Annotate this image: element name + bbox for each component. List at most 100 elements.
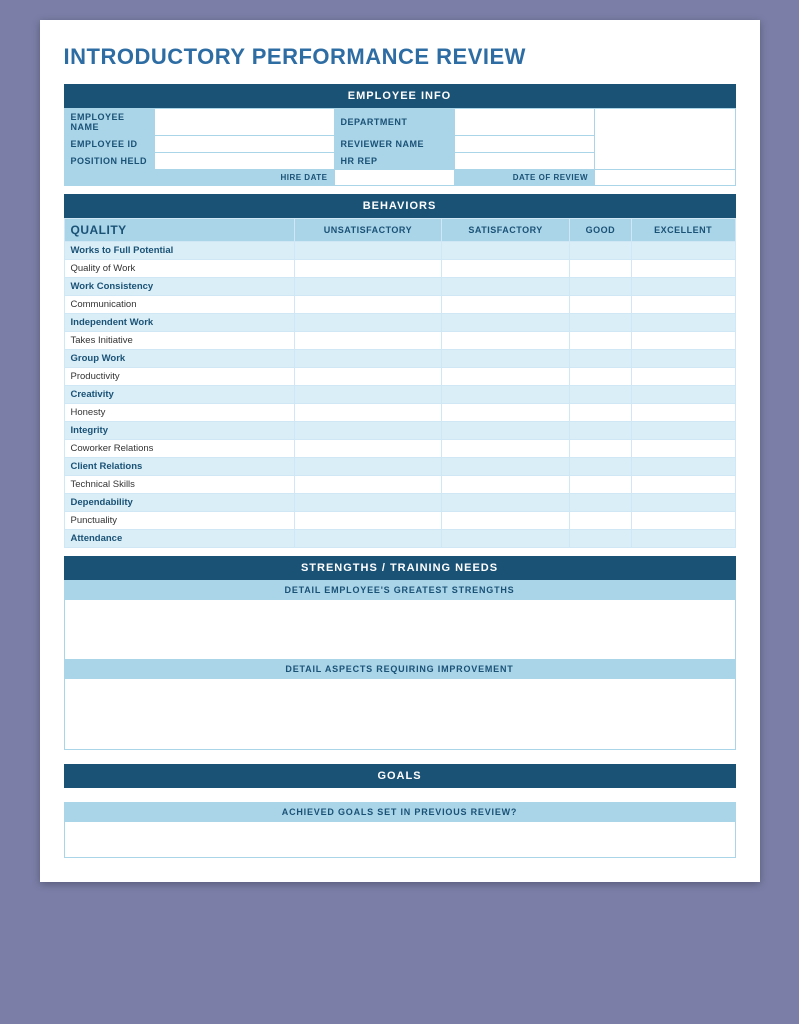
behavior-rating-cell[interactable]	[442, 386, 569, 404]
behavior-rating-cell[interactable]	[631, 332, 735, 350]
behavior-rating-cell[interactable]	[569, 494, 631, 512]
behavior-rating-cell[interactable]	[294, 404, 442, 422]
behavior-rating-cell[interactable]	[442, 422, 569, 440]
behavior-rating-cell[interactable]	[294, 314, 442, 332]
behavior-name-cell: Works to Full Potential	[64, 242, 294, 260]
behavior-row: Work Consistency	[64, 278, 735, 296]
behavior-rating-cell[interactable]	[569, 422, 631, 440]
behavior-name-cell: Productivity	[64, 368, 294, 386]
behavior-rating-cell[interactable]	[294, 530, 442, 548]
behavior-rating-cell[interactable]	[631, 404, 735, 422]
behaviors-table: QUALITY UNSATISFACTORY SATISFACTORY GOOD…	[64, 218, 736, 548]
behavior-rating-cell[interactable]	[442, 440, 569, 458]
behavior-name-cell: Dependability	[64, 494, 294, 512]
behaviors-header: BEHAVIORS	[64, 194, 736, 218]
behavior-rating-cell[interactable]	[442, 332, 569, 350]
strengths-box: DETAIL EMPLOYEE'S GREATEST STRENGTHS DET…	[64, 580, 736, 750]
behavior-rating-cell[interactable]	[442, 242, 569, 260]
behavior-rating-cell[interactable]	[631, 512, 735, 530]
position-held-label: POSITION HELD	[64, 153, 154, 170]
hr-rep-label: HR REP	[334, 153, 454, 170]
behavior-rating-cell[interactable]	[294, 440, 442, 458]
behavior-rating-cell[interactable]	[294, 476, 442, 494]
behavior-rating-cell[interactable]	[442, 494, 569, 512]
behavior-rating-cell[interactable]	[631, 422, 735, 440]
behavior-rating-cell[interactable]	[294, 260, 442, 278]
behavior-rating-cell[interactable]	[294, 350, 442, 368]
behavior-rating-cell[interactable]	[569, 476, 631, 494]
behavior-rating-cell[interactable]	[294, 332, 442, 350]
behavior-rating-cell[interactable]	[442, 368, 569, 386]
achieved-goals-text-area[interactable]	[65, 822, 735, 857]
behavior-name-cell: Group Work	[64, 350, 294, 368]
hr-rep-value[interactable]	[454, 153, 595, 170]
behavior-row: Quality of Work	[64, 260, 735, 278]
department-value[interactable]	[454, 109, 595, 136]
behavior-row: Attendance	[64, 530, 735, 548]
behavior-rating-cell[interactable]	[442, 458, 569, 476]
behavior-rating-cell[interactable]	[631, 260, 735, 278]
behavior-rating-cell[interactable]	[442, 404, 569, 422]
behavior-rating-cell[interactable]	[569, 530, 631, 548]
behavior-rating-cell[interactable]	[569, 260, 631, 278]
behavior-rating-cell[interactable]	[569, 512, 631, 530]
behavior-rating-cell[interactable]	[569, 404, 631, 422]
behavior-rating-cell[interactable]	[442, 260, 569, 278]
behavior-name-cell: Client Relations	[64, 458, 294, 476]
behavior-rating-cell[interactable]	[631, 494, 735, 512]
behavior-rating-cell[interactable]	[569, 386, 631, 404]
behavior-name-cell: Technical Skills	[64, 476, 294, 494]
behavior-rating-cell[interactable]	[294, 422, 442, 440]
behavior-rating-cell[interactable]	[631, 440, 735, 458]
behavior-rating-cell[interactable]	[294, 296, 442, 314]
behavior-rating-cell[interactable]	[442, 296, 569, 314]
behavior-rating-cell[interactable]	[631, 368, 735, 386]
behavior-rating-cell[interactable]	[631, 350, 735, 368]
behavior-rating-cell[interactable]	[631, 458, 735, 476]
behavior-rating-cell[interactable]	[569, 458, 631, 476]
behavior-rating-cell[interactable]	[442, 476, 569, 494]
behavior-rating-cell[interactable]	[294, 494, 442, 512]
behavior-rating-cell[interactable]	[294, 458, 442, 476]
behavior-rating-cell[interactable]	[631, 476, 735, 494]
behavior-rating-cell[interactable]	[442, 350, 569, 368]
behavior-rating-cell[interactable]	[569, 440, 631, 458]
behavior-rating-cell[interactable]	[294, 278, 442, 296]
behavior-rating-cell[interactable]	[631, 278, 735, 296]
behavior-rating-cell[interactable]	[442, 278, 569, 296]
reviewer-name-value[interactable]	[454, 136, 595, 153]
behavior-rating-cell[interactable]	[569, 296, 631, 314]
employee-name-value[interactable]	[154, 109, 334, 136]
behavior-rating-cell[interactable]	[569, 350, 631, 368]
behavior-rating-cell[interactable]	[294, 368, 442, 386]
strengths-training-header: STRENGTHS / TRAINING NEEDS	[64, 556, 736, 580]
behavior-rating-cell[interactable]	[442, 314, 569, 332]
behavior-row: Honesty	[64, 404, 735, 422]
behavior-name-cell: Honesty	[64, 404, 294, 422]
behavior-rating-cell[interactable]	[631, 314, 735, 332]
behavior-rating-cell[interactable]	[569, 332, 631, 350]
behavior-rating-cell[interactable]	[569, 242, 631, 260]
behavior-rating-cell[interactable]	[631, 242, 735, 260]
improvement-text-area[interactable]	[65, 679, 735, 749]
hire-date-value[interactable]	[334, 170, 454, 186]
behavior-rating-cell[interactable]	[294, 386, 442, 404]
behavior-rating-cell[interactable]	[442, 512, 569, 530]
strengths-text-area[interactable]	[65, 600, 735, 660]
hire-date-label: HIRE DATE	[64, 170, 334, 186]
excellent-header: EXCELLENT	[631, 219, 735, 242]
position-held-value[interactable]	[154, 153, 334, 170]
behavior-rating-cell[interactable]	[294, 512, 442, 530]
behavior-rating-cell[interactable]	[631, 530, 735, 548]
behavior-rating-cell[interactable]	[631, 296, 735, 314]
date-of-review-value[interactable]	[595, 170, 736, 186]
behavior-rating-cell[interactable]	[631, 386, 735, 404]
behavior-rating-cell[interactable]	[442, 530, 569, 548]
behavior-rating-cell[interactable]	[569, 368, 631, 386]
behavior-name-cell: Takes Initiative	[64, 332, 294, 350]
employee-id-value[interactable]	[154, 136, 334, 153]
behavior-rating-cell[interactable]	[569, 314, 631, 332]
behavior-name-cell: Punctuality	[64, 512, 294, 530]
behavior-rating-cell[interactable]	[294, 242, 442, 260]
behavior-rating-cell[interactable]	[569, 278, 631, 296]
